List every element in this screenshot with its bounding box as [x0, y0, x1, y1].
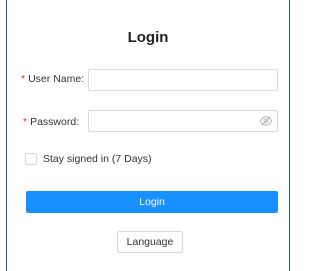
required-mark: * [21, 73, 26, 85]
password-input[interactable] [88, 110, 278, 132]
required-mark: * [23, 116, 28, 128]
username-label: * User Name: [21, 73, 84, 85]
language-button-label: Language [126, 236, 174, 248]
eye-invisible-icon[interactable] [259, 114, 273, 128]
login-panel: Login * User Name: * Password: Stay signed… [6, 0, 290, 271]
password-label: * Password: [23, 116, 79, 128]
stay-signed-in-checkbox[interactable] [25, 153, 37, 165]
language-button[interactable]: Language [117, 231, 183, 253]
username-label-text: User Name: [28, 73, 85, 85]
stay-signed-in-label[interactable]: Stay signed in (7 Days) [43, 153, 152, 165]
page-title: Login [127, 29, 169, 46]
login-button-label: Login [139, 196, 165, 208]
password-label-text: Password: [30, 116, 80, 128]
login-button[interactable]: Login [26, 191, 278, 213]
username-input[interactable] [88, 69, 278, 91]
